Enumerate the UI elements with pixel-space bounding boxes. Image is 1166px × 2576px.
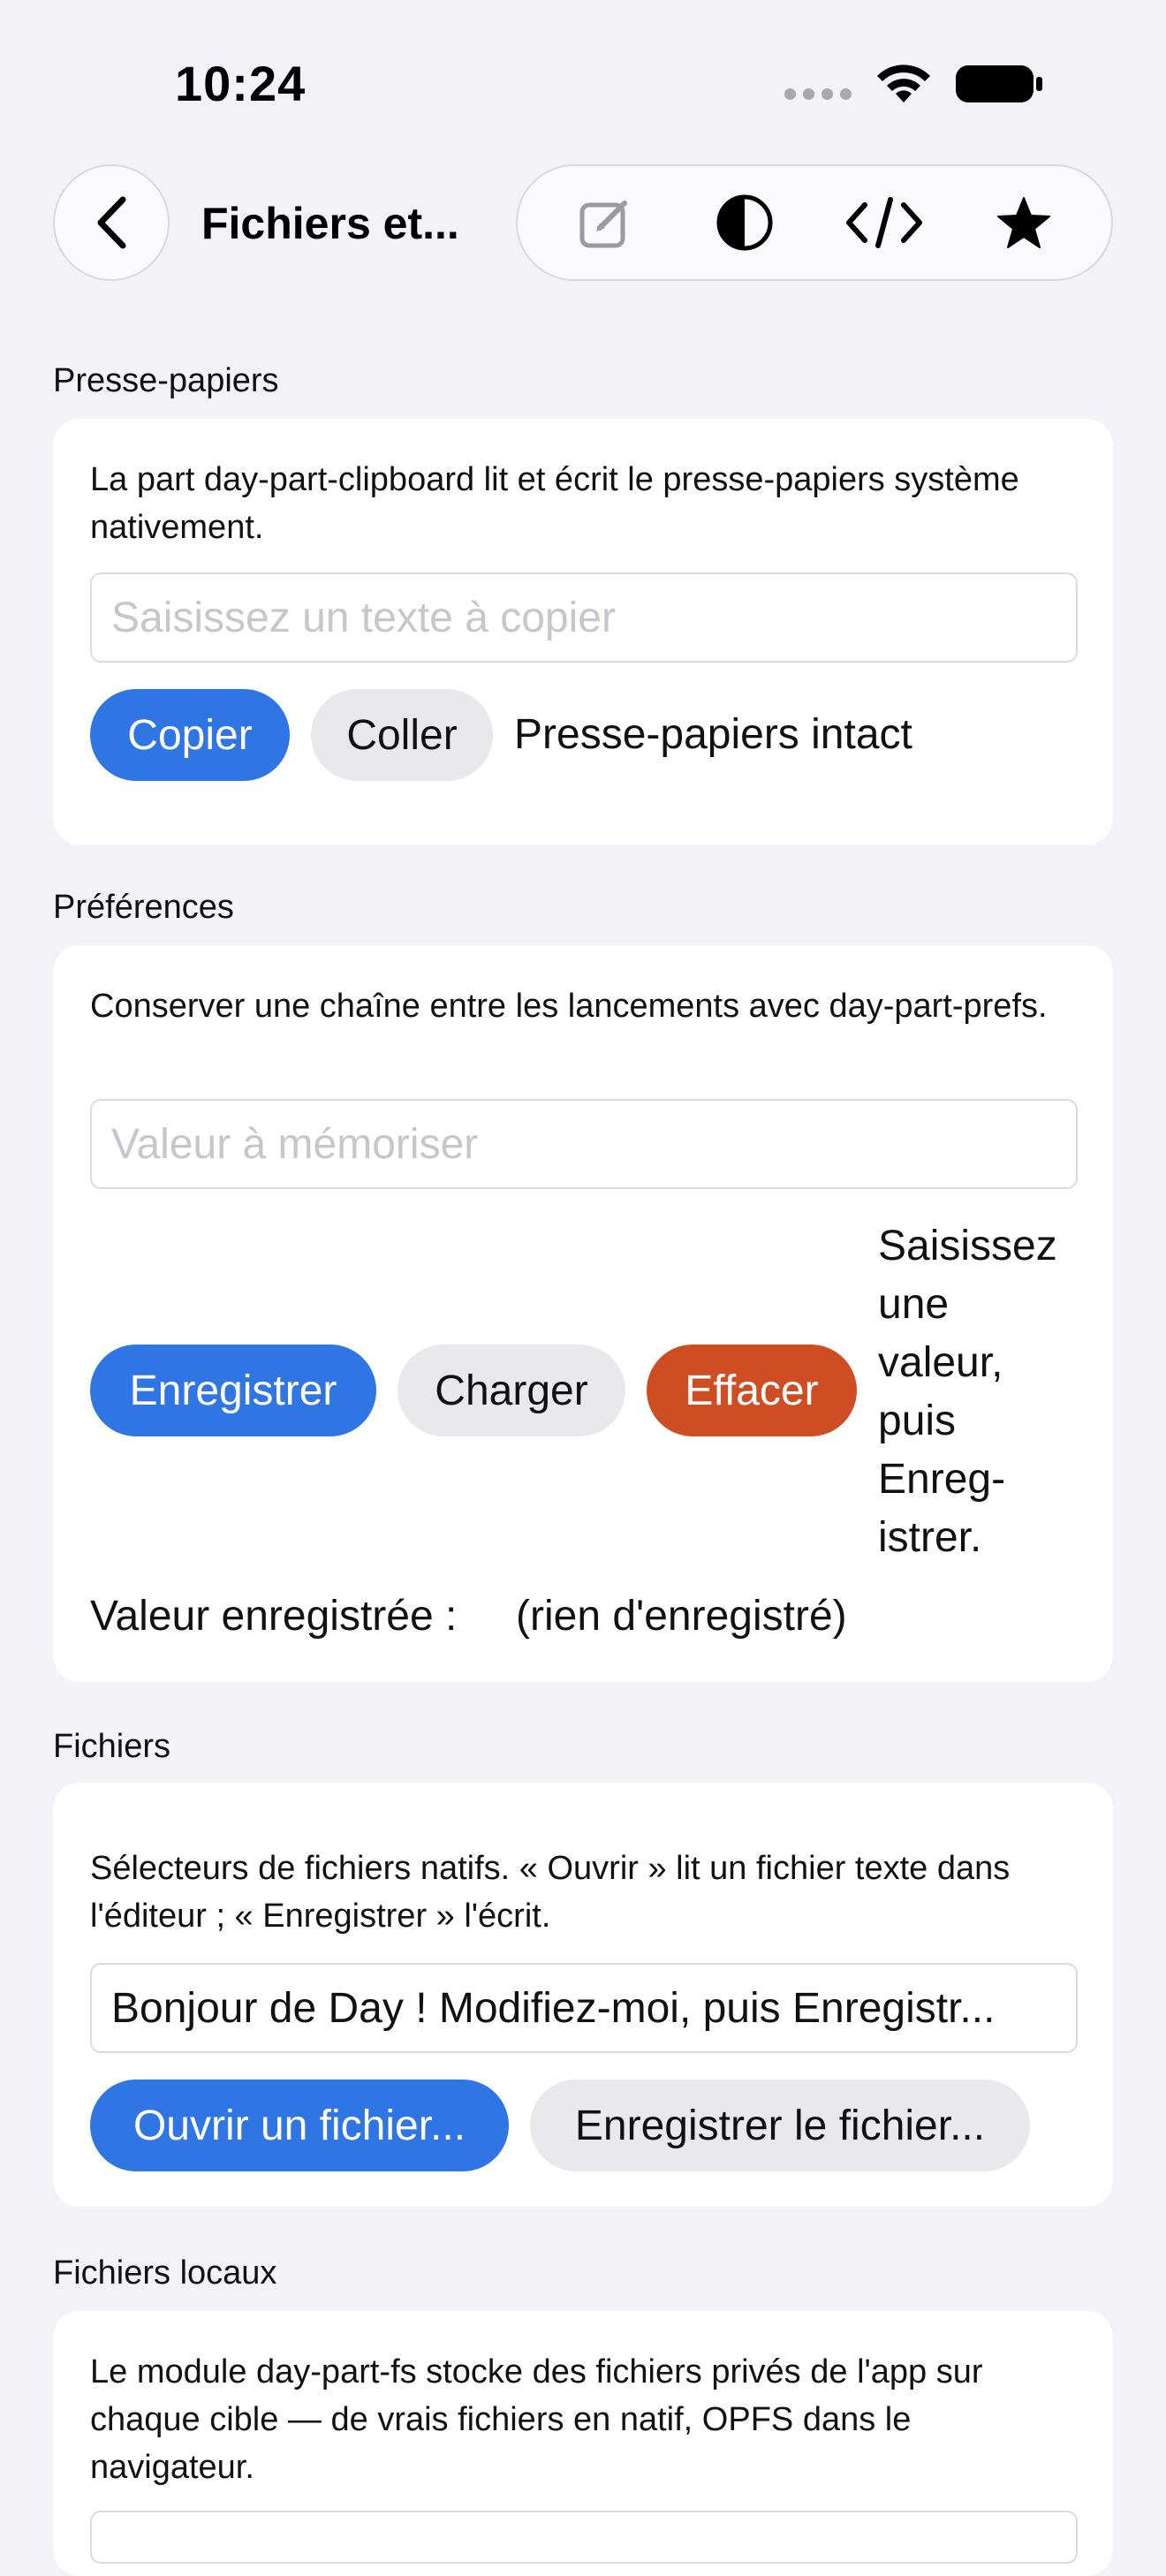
preferences-card: Conserver une chaîne entre les lancement… <box>53 945 1113 1682</box>
clipboard-description: La part day-part-clipboard lit et écrit … <box>90 461 1019 546</box>
clipboard-status: Presse-papiers intact <box>514 711 912 758</box>
preferences-description: Conserver une chaîne entre les lancement… <box>90 988 1048 1025</box>
files-description: Sélecteurs de fichiers natifs. « Ouvrir … <box>90 1850 1011 1935</box>
section-title-files: Fichiers <box>53 1728 171 1765</box>
status-time: 10:24 <box>175 56 307 111</box>
preferences-status: Saisissez une valeur, puis Enreg- istrer… <box>878 1223 1057 1561</box>
contrast-icon <box>716 194 773 251</box>
star-icon <box>997 197 1050 248</box>
theme-toggle-button[interactable] <box>700 178 789 267</box>
open-file-button[interactable]: Ouvrir un fichier... <box>90 2080 509 2171</box>
clear-preference-button[interactable]: Effacer <box>647 1345 857 1436</box>
status-icons <box>784 62 1044 106</box>
section-title-preferences: Préférences <box>53 889 234 926</box>
clipboard-text-input[interactable] <box>90 572 1078 663</box>
navigation-bar: Fichiers et... <box>0 164 1166 283</box>
section-title-clipboard: Presse-papiers <box>53 362 279 399</box>
save-file-button[interactable]: Enregistrer le fichier... <box>530 2080 1030 2171</box>
cellular-signal-icon <box>784 87 852 100</box>
back-button[interactable] <box>53 164 170 281</box>
edit-button[interactable] <box>561 178 649 267</box>
local-files-description: Le module day-part-fs stocke des fichier… <box>90 2353 983 2486</box>
page-title: Fichiers et... <box>201 199 459 248</box>
file-editor-input[interactable] <box>90 1963 1078 2053</box>
save-preference-button[interactable]: Enregistrer <box>90 1345 376 1436</box>
section-title-local-files: Fichiers locaux <box>53 2254 277 2292</box>
source-code-button[interactable] <box>840 178 928 267</box>
local-file-input[interactable] <box>90 2511 1078 2564</box>
saved-value: (rien d'enregistré) <box>516 1593 847 1640</box>
battery-icon <box>956 65 1042 102</box>
wifi-icon <box>877 64 930 102</box>
status-bar: 10:24 <box>0 0 1166 168</box>
copy-button[interactable]: Copier <box>90 689 290 781</box>
compose-icon <box>579 201 627 248</box>
code-icon <box>846 197 922 248</box>
clipboard-card: La part day-part-clipboard lit et écrit … <box>53 419 1113 845</box>
toolbar <box>516 164 1113 281</box>
chevron-left-icon <box>97 196 126 249</box>
favorite-button[interactable] <box>980 178 1068 267</box>
preference-value-input[interactable] <box>90 1099 1078 1189</box>
local-files-card: Le module day-part-fs stocke des fichier… <box>53 2311 1113 2576</box>
load-preference-button[interactable]: Charger <box>398 1345 625 1436</box>
files-card: Sélecteurs de fichiers natifs. « Ouvrir … <box>53 1783 1113 2207</box>
paste-button[interactable]: Coller <box>311 689 493 781</box>
saved-value-label: Valeur enregistrée : <box>90 1593 458 1640</box>
